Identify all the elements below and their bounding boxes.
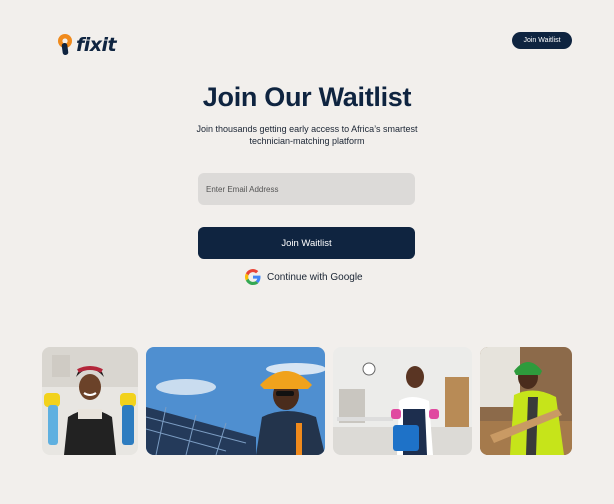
google-g-icon	[245, 269, 261, 285]
cleaner-photo	[42, 347, 138, 455]
nav-join-waitlist-button[interactable]: Join Waitlist	[512, 32, 572, 49]
office-cleaner-photo	[333, 347, 472, 455]
google-label: Continue with Google	[267, 271, 363, 283]
solar-technician-photo	[146, 347, 325, 455]
wrench-logo-icon	[58, 34, 72, 56]
email-field[interactable]	[198, 173, 415, 205]
join-waitlist-button[interactable]: Join Waitlist	[198, 227, 415, 259]
continue-with-google-button[interactable]: Continue with Google	[245, 268, 363, 286]
page-subtitle: Join thousands getting early access to A…	[196, 124, 418, 146]
brand-logo[interactable]: fixit	[56, 31, 117, 59]
carpenter-photo	[480, 347, 572, 455]
brand-name: fixit	[76, 34, 117, 56]
page-title: Join Our Waitlist	[202, 82, 412, 112]
